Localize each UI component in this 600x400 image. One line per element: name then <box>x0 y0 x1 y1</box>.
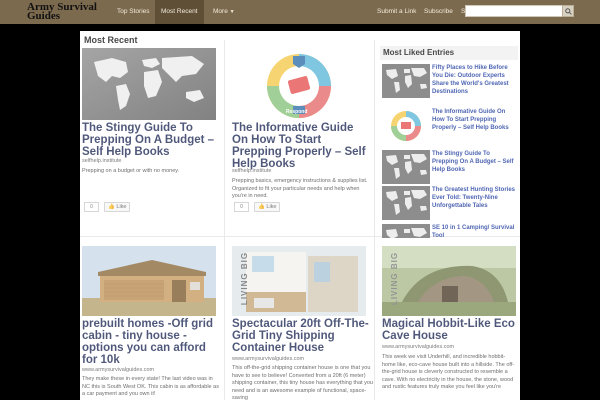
sidebar-link[interactable]: The Informative Guide On How To Start Pr… <box>432 108 516 132</box>
sidebar-thumbnail[interactable] <box>382 224 430 238</box>
world-map-image <box>382 64 430 98</box>
like-label: Like <box>116 204 127 210</box>
sidebar: Most Liked Entries Fifty Places to Hike … <box>380 46 518 238</box>
post-excerpt: They make these in every state! The last… <box>82 376 219 397</box>
like-button[interactable]: 👍 Like <box>104 202 131 212</box>
top-header: Army Survival Guides Top Stories Most Re… <box>0 0 600 24</box>
thumbs-up-icon: 👍 <box>258 204 265 210</box>
sidebar-item[interactable]: SE 10 in 1 Camping/ Survival Tool <box>380 224 518 238</box>
post-source[interactable]: www.armysurvivalguides.com <box>82 367 154 373</box>
sidebar-link[interactable]: The Stingy Guide To Prepping On A Budget… <box>432 150 516 174</box>
sidebar-thumbnail[interactable] <box>382 150 430 184</box>
sidebar-thumbnail[interactable] <box>382 186 430 220</box>
like-count: 0 <box>234 202 249 212</box>
column-divider <box>374 40 375 400</box>
post-thumbnail[interactable] <box>82 48 216 120</box>
watermark-label: LIVING BIG <box>390 251 400 306</box>
sidebar-link[interactable]: SE 10 in 1 Camping/ Survival Tool <box>432 224 516 238</box>
watermark-label: LIVING BIG <box>240 251 250 306</box>
post-title[interactable]: prebuilt homes -Off grid cabin - tiny ho… <box>82 318 224 366</box>
post-source[interactable]: www.armysurvivalguides.com <box>382 344 454 350</box>
nav-more-label: More <box>213 8 228 15</box>
post-excerpt: This off-the-grid shipping container hou… <box>232 365 373 400</box>
search-input[interactable] <box>465 5 563 17</box>
nav-more[interactable]: More ▼ <box>213 0 235 24</box>
sidebar-item[interactable]: The Stingy Guide To Prepping On A Budget… <box>380 150 518 188</box>
like-label: Like <box>266 204 277 210</box>
post-title[interactable]: The Informative Guide On How To Start Pr… <box>232 122 372 170</box>
post-title[interactable]: Magical Hobbit-Like Eco Cave House <box>382 318 518 342</box>
search-icon <box>564 7 572 15</box>
world-map-image <box>382 186 430 220</box>
world-map-image <box>82 48 216 120</box>
world-map-image <box>382 150 430 184</box>
post-thumbnail[interactable]: LIVING BIG <box>232 246 366 316</box>
sidebar-item[interactable]: The Greatest Hunting Stories Ever Told: … <box>380 186 518 224</box>
nav-submit-link[interactable]: Submit a Link <box>377 0 416 24</box>
cabin-image <box>82 246 216 316</box>
world-map-image <box>382 224 430 238</box>
hobbit-house-image <box>382 246 516 316</box>
sidebar-link[interactable]: Fifty Places to Hike Before You Die: Out… <box>432 64 516 96</box>
like-button[interactable]: 👍 Like <box>254 202 281 212</box>
sidebar-title: Most Liked Entries <box>380 46 518 60</box>
post-thumbnail[interactable]: LIVING BIG <box>382 246 516 316</box>
post-excerpt: Prepping on a budget or with no money. <box>82 168 180 174</box>
container-house-image <box>232 246 366 316</box>
post-title[interactable]: The Stingy Guide To Prepping On A Budget… <box>82 122 222 158</box>
sidebar-thumbnail[interactable] <box>382 64 430 98</box>
sidebar-item[interactable]: Fifty Places to Hike Before You Die: Out… <box>380 64 518 102</box>
post-source[interactable]: www.armysurvivalguides.com <box>232 356 304 362</box>
sidebar-link[interactable]: The Greatest Hunting Stories Ever Told: … <box>432 186 516 210</box>
preparedness-wheel-image <box>382 108 430 142</box>
chevron-down-icon: ▼ <box>229 9 235 15</box>
column-divider <box>224 40 225 400</box>
post-thumbnail[interactable]: Prevent Respond <box>254 48 344 120</box>
nav-subscribe[interactable]: Subscribe <box>424 0 453 24</box>
wheel-label-bottom: Respond <box>286 109 308 115</box>
sidebar-item[interactable]: The Informative Guide On How To Start Pr… <box>380 108 518 146</box>
nav-top-stories[interactable]: Top Stories <box>117 0 150 24</box>
wheel-label-top: Prevent <box>287 50 306 56</box>
post-excerpt: Prepping basics, emergency instructions … <box>232 178 368 199</box>
post-thumbnail[interactable] <box>82 246 216 316</box>
post-title[interactable]: Spectacular 20ft Off-The-Grid Tiny Shipp… <box>232 318 374 354</box>
post-excerpt: This week we visit Underhill, and incred… <box>382 354 515 390</box>
sidebar-thumbnail[interactable] <box>382 108 430 142</box>
post-source[interactable]: selfhelp.institute <box>232 168 271 174</box>
like-count: 0 <box>84 202 99 212</box>
search-button[interactable] <box>562 5 574 17</box>
post-source[interactable]: selfhelp.institute <box>82 158 121 164</box>
nav-most-recent[interactable]: Most Recent <box>155 0 204 24</box>
section-title: Most Recent <box>84 35 138 45</box>
thumbs-up-icon: 👍 <box>108 204 115 210</box>
